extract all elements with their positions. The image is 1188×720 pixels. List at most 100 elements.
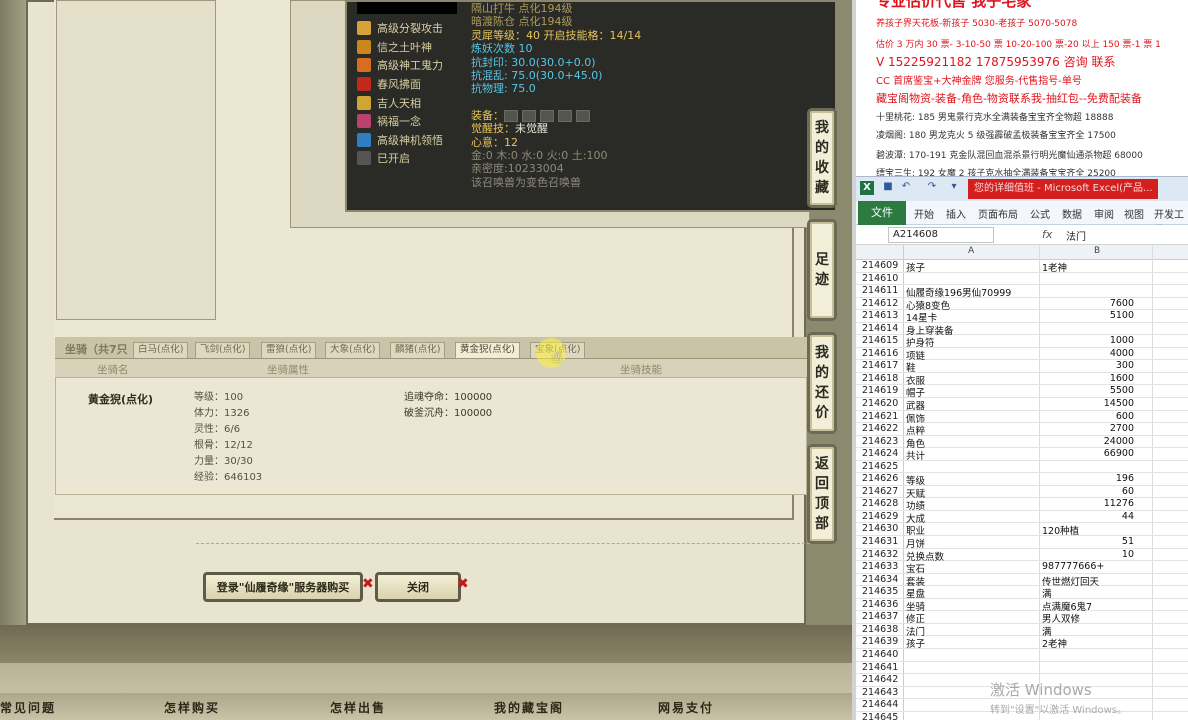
sheet-row[interactable]: 214622 点粹 2700 bbox=[856, 423, 1188, 437]
cell-b[interactable]: 4000 bbox=[1042, 348, 1134, 359]
cell-b[interactable]: 600 bbox=[1042, 411, 1134, 422]
formula-input[interactable]: 法门 bbox=[1066, 228, 1086, 243]
mount-tab-active[interactable]: 黄金猊(点化) bbox=[455, 342, 520, 358]
row-number[interactable]: 214639 bbox=[862, 636, 904, 647]
sheet-row[interactable]: 214634 套装 传世燃灯回天 bbox=[856, 574, 1188, 588]
row-number[interactable]: 214641 bbox=[862, 662, 904, 673]
sheet-row[interactable]: 214629 大成 44 bbox=[856, 511, 1188, 525]
sheet-row[interactable]: 214628 功绩 11276 bbox=[856, 498, 1188, 512]
sheet-row[interactable]: 214613 14星卡 5100 bbox=[856, 310, 1188, 324]
close-button[interactable]: 关闭 bbox=[375, 572, 461, 602]
tab-data[interactable]: 数据 bbox=[1062, 206, 1082, 221]
row-number[interactable]: 214629 bbox=[862, 511, 904, 522]
save-icon[interactable]: ■ bbox=[882, 181, 894, 193]
cell-b[interactable]: 987777666+ bbox=[1042, 561, 1152, 572]
cell-b[interactable]: 5500 bbox=[1042, 385, 1134, 396]
row-number[interactable]: 214642 bbox=[862, 674, 904, 685]
tab-insert[interactable]: 插入 bbox=[946, 206, 966, 221]
sheet-row[interactable]: 214637 修正 男人双修 bbox=[856, 611, 1188, 625]
login-server-buy-button[interactable]: 登录"仙履奇缘"服务器购买 bbox=[203, 572, 363, 602]
row-number[interactable]: 214621 bbox=[862, 411, 904, 422]
row-number[interactable]: 214625 bbox=[862, 461, 904, 472]
sheet-row[interactable]: 214614 身上穿装备 bbox=[856, 323, 1188, 337]
row-number[interactable]: 214624 bbox=[862, 448, 904, 459]
sheet-row[interactable]: 214638 法门满 bbox=[856, 624, 1188, 638]
sheet-row[interactable]: 214636 坐骑 点满魔6鬼7 bbox=[856, 599, 1188, 613]
pet-skill-item[interactable]: 高级神工鬼力 bbox=[357, 56, 443, 75]
row-number[interactable]: 214632 bbox=[862, 549, 904, 560]
tab-file[interactable]: 文件 bbox=[858, 201, 906, 225]
sheet-row[interactable]: 214639 孩子 2老神 bbox=[856, 636, 1188, 650]
row-number[interactable]: 214637 bbox=[862, 611, 904, 622]
cell-b[interactable]: 5100 bbox=[1042, 310, 1134, 321]
row-number[interactable]: 214613 bbox=[862, 310, 904, 321]
cell-b[interactable]: 14500 bbox=[1042, 398, 1134, 409]
pet-skill-item[interactable]: 高级神机领悟 bbox=[357, 131, 443, 150]
sheet-row[interactable]: 214641 bbox=[856, 662, 1188, 675]
row-number[interactable]: 214645 bbox=[862, 712, 904, 720]
row-number[interactable]: 214628 bbox=[862, 498, 904, 509]
row-number[interactable]: 214635 bbox=[862, 586, 904, 597]
sheet-row[interactable]: 214626 等级 196 bbox=[856, 473, 1188, 487]
sheet-row[interactable]: 214623 角色 24000 bbox=[856, 436, 1188, 450]
footer-link-faq[interactable]: 常见问题 bbox=[0, 699, 56, 716]
row-number[interactable]: 214631 bbox=[862, 536, 904, 547]
cell-b[interactable]: 10 bbox=[1042, 549, 1134, 560]
cell-b[interactable]: 1600 bbox=[1042, 373, 1134, 384]
tab-view[interactable]: 视图 bbox=[1124, 206, 1144, 221]
sheet-row[interactable]: 214621 佩饰 600 bbox=[856, 411, 1188, 425]
pet-skill-item[interactable]: 祸福一念 bbox=[357, 112, 443, 131]
tab-review[interactable]: 审阅 bbox=[1094, 206, 1114, 221]
mount-tab[interactable]: 大象(点化) bbox=[325, 342, 381, 358]
row-number[interactable]: 214618 bbox=[862, 373, 904, 384]
row-number[interactable]: 214610 bbox=[862, 273, 904, 284]
tab-page-layout[interactable]: 页面布局 bbox=[978, 206, 1018, 221]
cell-b[interactable]: 11276 bbox=[1042, 498, 1134, 509]
sheet-row[interactable]: 214627 天赋 60 bbox=[856, 486, 1188, 500]
sheet-row[interactable]: 214630 职业 120种植 bbox=[856, 523, 1188, 537]
sheet-row[interactable]: 214612 心猿8变色 7600 bbox=[856, 298, 1188, 312]
sheet-row[interactable]: 214631 月饼 51 bbox=[856, 536, 1188, 550]
tab-formulas[interactable]: 公式 bbox=[1030, 206, 1050, 221]
cell-b[interactable]: 24000 bbox=[1042, 436, 1134, 447]
column-header-a[interactable]: A bbox=[968, 246, 974, 256]
cell-b[interactable]: 300 bbox=[1042, 360, 1134, 371]
sheet-row[interactable]: 214633 宝石 987777666+ bbox=[856, 561, 1188, 575]
sheet-row[interactable]: 214611 仙履奇缘196男仙70999 bbox=[856, 285, 1188, 299]
name-box[interactable]: A214608 bbox=[888, 227, 994, 243]
footer-link-my-treasure[interactable]: 我的藏宝阁 bbox=[494, 699, 564, 716]
sheet-grid[interactable]: 214609 孩子 1老神 214610 214611 仙履奇缘196男仙70999 214… bbox=[856, 260, 1188, 720]
cell-b[interactable]: 66900 bbox=[1042, 448, 1134, 459]
mount-tab[interactable]: 白马(点化) bbox=[133, 342, 189, 358]
row-number[interactable]: 214644 bbox=[862, 699, 904, 710]
cell-b[interactable]: 2700 bbox=[1042, 423, 1134, 434]
footer-link-how-buy[interactable]: 怎样购买 bbox=[164, 699, 220, 716]
row-number[interactable]: 214620 bbox=[862, 398, 904, 409]
row-number[interactable]: 214636 bbox=[862, 599, 904, 610]
my-favorites-button[interactable]: 我的收藏 bbox=[807, 108, 837, 208]
tab-home[interactable]: 开始 bbox=[914, 206, 934, 221]
sheet-row[interactable]: 214632 兑换点数 10 bbox=[856, 549, 1188, 563]
row-number[interactable]: 214627 bbox=[862, 486, 904, 497]
sheet-row[interactable]: 214617 鞋 300 bbox=[856, 360, 1188, 374]
sheet-row[interactable]: 214624 共计 66900 bbox=[856, 448, 1188, 462]
column-header-b[interactable]: B bbox=[1094, 246, 1100, 256]
footer-link-how-sell[interactable]: 怎样出售 bbox=[330, 699, 386, 716]
sheet-row[interactable]: 214625 bbox=[856, 461, 1188, 474]
redo-icon[interactable]: ↷ bbox=[926, 181, 938, 193]
pet-skill-item[interactable]: 已开启 bbox=[357, 149, 443, 168]
customize-toolbar-icon[interactable]: ▾ bbox=[948, 181, 960, 193]
row-number[interactable]: 214611 bbox=[862, 285, 904, 296]
pet-skill-item[interactable]: 信之土叶神 bbox=[357, 38, 443, 57]
mount-tab[interactable]: 飞剑(点化) bbox=[195, 342, 251, 358]
row-number[interactable]: 214612 bbox=[862, 298, 904, 309]
row-number[interactable]: 214643 bbox=[862, 687, 904, 698]
row-number[interactable]: 214626 bbox=[862, 473, 904, 484]
pet-skill-item[interactable]: 高级分裂攻击 bbox=[357, 19, 443, 38]
mount-tab[interactable]: 麟猪(点化) bbox=[390, 342, 446, 358]
row-number[interactable]: 214615 bbox=[862, 335, 904, 346]
footprint-button[interactable]: 足迹 bbox=[807, 219, 837, 321]
row-number[interactable]: 214616 bbox=[862, 348, 904, 359]
mount-tab[interactable]: 雷狼(点化) bbox=[261, 342, 317, 358]
pet-skill-item[interactable]: 春风拂面 bbox=[357, 75, 443, 94]
